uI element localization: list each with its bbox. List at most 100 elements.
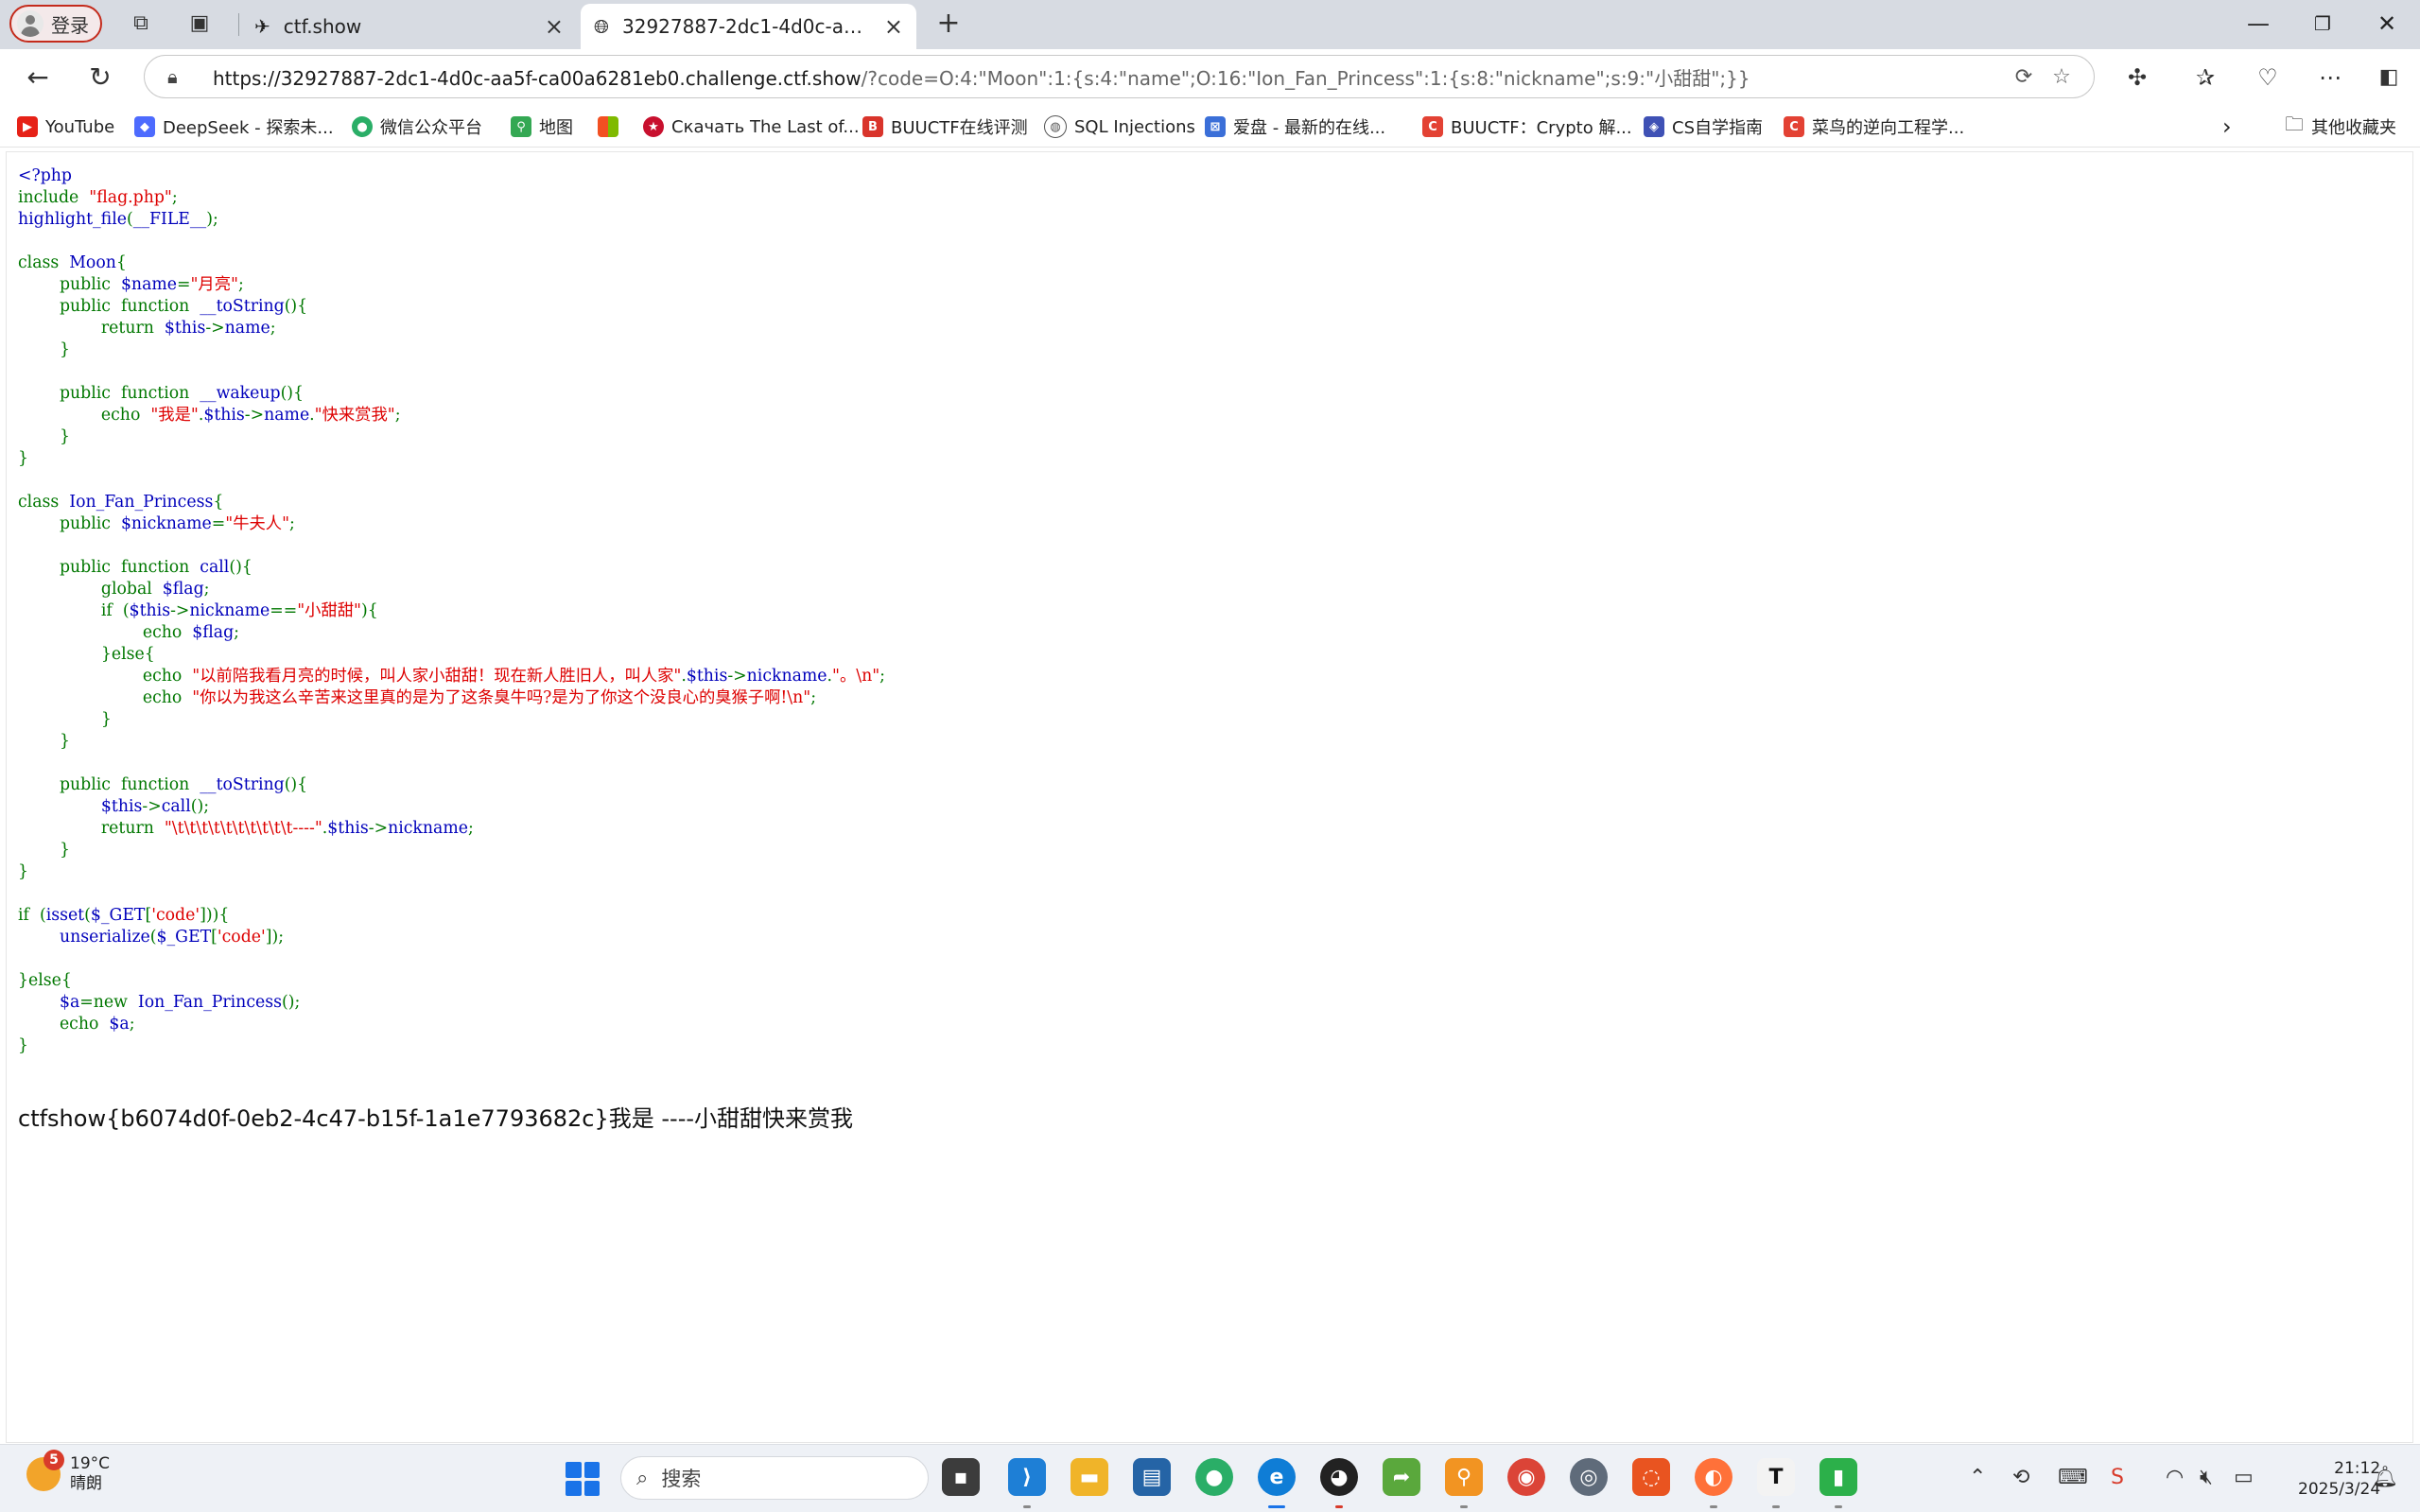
tab-title: ctf.show [283,15,362,38]
task-view-icon[interactable]: ▪ [942,1458,980,1496]
flag-output: ctfshow{b6074d0f-0eb2-4c47-b15f-1a1e7793… [18,1105,854,1132]
profile-label: 登录 [51,13,89,37]
read-aloud-icon[interactable]: ⟳ [2005,65,2043,89]
firefox-icon[interactable]: ◐ [1695,1458,1732,1496]
lock-icon[interactable]: 🔒︎ [167,65,196,88]
bookmark-label: 微信公众平台 [380,118,482,138]
windows-start-icon[interactable] [566,1462,600,1496]
wechat-icon: ● [352,116,373,137]
bookmark-label: 爱盘 - 最新的在线... [1233,118,1386,138]
bookmark-aipan[interactable]: ⊠ 爱盘 - 最新的在线... [1205,113,1385,140]
bookmark-label: YouTube [45,116,115,137]
bookmark-buuctf[interactable]: B BUUCTF在线评测 [862,113,1028,140]
url-text[interactable]: https://32927887-2dc1-4d0c-aa5f-ca00a628… [213,63,2005,91]
weather-temperature: 19°C [70,1454,111,1473]
back-arrow-icon[interactable]: ← [21,61,55,95]
qq-icon[interactable]: ◕ [1320,1458,1358,1496]
edge-icon[interactable]: e [1258,1458,1296,1496]
bookmark-label: BUUCTF：Crypto 解... [1451,118,1632,138]
bookmark-label: Скачать The Last of... [671,116,860,137]
bookmark-label: 地图 [539,118,573,138]
sidebar-toggle-icon[interactable]: ◧ [2372,61,2406,95]
volume-muted-icon[interactable]: 🔇︎ [2200,1466,2213,1489]
bookmark-label: BUUCTF在线评测 [891,118,1028,138]
bookmark-reverse-engineering[interactable]: C 菜鸟的逆向工程学... [1784,113,1964,140]
running-indicator [1772,1505,1780,1508]
restore-button[interactable]: ❐ [2304,8,2342,40]
url-query: /?code=O:4:"Moon":1:{s:4:"name";O:16:"Io… [861,66,1750,90]
running-indicator [1460,1505,1468,1508]
app-tray-icon[interactable]: S [2111,1466,2124,1489]
bookmark-label: SQL Injections [1074,116,1195,137]
sync-icon[interactable]: ⟲ [2012,1466,2029,1489]
notification-bell-icon[interactable]: 🔔︎ [2372,1466,2398,1489]
wechat-icon[interactable]: ● [1195,1458,1233,1496]
tab-challenge[interactable]: 🌐︎ 32927887-2dc1-4d0c-aa5f-ca00a6281eb0.… [581,4,916,49]
system-clock[interactable]: 21:12 2025/3/24 [2298,1458,2380,1500]
url-host: https://32927887-2dc1-4d0c-aa5f-ca00a628… [213,66,862,90]
battery-icon[interactable]: ▭ [2234,1466,2254,1489]
vscode-icon[interactable]: ⟩ [1008,1458,1046,1496]
bookmark-buuctf-crypto[interactable]: C BUUCTF：Crypto 解... [1422,113,1632,140]
tab-close-icon[interactable]: × [884,13,903,40]
profile-button[interactable]: 登录 [9,5,102,43]
title-bar: 登录 ⧉ ▣ ✈ ctf.show × 🌐︎ 32927887-2dc1-4d0… [0,0,2420,49]
input-method-icon[interactable]: ⌨ [2058,1466,2088,1489]
minimize-button[interactable]: — [2239,8,2277,40]
address-bar[interactable]: 🔒︎ https://32927887-2dc1-4d0c-aa5f-ca00a… [144,55,2095,98]
chevron-up-icon[interactable]: ⌃ [1969,1466,1986,1489]
bookmark-youtube[interactable]: ▶ YouTube [17,113,114,140]
bookmark-the-last-of[interactable]: ★ Скачать The Last of... [643,113,860,140]
csdn-icon: C [1422,116,1443,137]
app-icon[interactable]: ▤ [1133,1458,1171,1496]
app-icon[interactable]: ▮ [1819,1458,1857,1496]
search-tool-icon[interactable]: ⚲ [1445,1458,1483,1496]
browser-essentials-icon[interactable]: ♡ [2251,61,2285,95]
folder-icon: 🗀 [2285,113,2304,135]
weather-widget[interactable]: 5 19°C 晴朗 [26,1450,111,1494]
youtube-icon: ▶ [17,116,38,137]
tab-ctfshow[interactable]: ✈ ctf.show × [241,4,577,49]
buuctf-icon: B [862,116,883,137]
bookmark-label: DeepSeek - 探索未... [163,118,334,138]
new-tab-button[interactable]: + [936,9,961,38]
bookmark-deepseek[interactable]: ◆ DeepSeek - 探索未... [134,113,334,140]
clock-time: 21:12 [2334,1459,2381,1478]
wifi-icon[interactable]: ◠ [2166,1466,2184,1489]
favorites-icon[interactable]: ✰ [2188,61,2222,95]
file-explorer-icon[interactable]: ▬ [1071,1458,1108,1496]
bookmark-microsoft[interactable] [598,113,618,140]
more-options-icon[interactable]: ⋯ [2313,61,2347,95]
app-icon[interactable]: ◎ [1570,1458,1608,1496]
clock-date: 2025/3/24 [2298,1480,2381,1499]
bookmark-label: CS自学指南 [1672,118,1763,138]
navigation-bar: ← ↻ 🔒︎ https://32927887-2dc1-4d0c-aa5f-c… [0,49,2420,106]
running-indicator [1023,1505,1031,1508]
extensions-icon[interactable]: ✣ [2120,61,2154,95]
shield-icon: ★ [643,116,664,137]
bookmark-maps[interactable]: ⚲ 地图 [511,113,573,140]
search-icon: ⌕ [636,1466,649,1490]
bookmark-other-favorites[interactable]: 🗀 其他收藏夹 [2285,113,2396,140]
active-indicator [1268,1505,1285,1508]
share-arrow-icon[interactable]: ➦ [1383,1458,1420,1496]
chevron-right-icon[interactable]: › [2222,113,2232,140]
tab-close-icon[interactable]: × [545,13,564,40]
bookmark-label: 其他收藏夹 [2311,118,2396,138]
tab-actions-icon[interactable]: ▣ [187,11,212,36]
refresh-icon[interactable]: ↻ [83,61,117,95]
running-indicator [1835,1505,1842,1508]
microsoft-icon [598,116,618,137]
php-source-code: <?php include "flag.php"; highlight_file… [18,166,885,1055]
ubuntu-icon[interactable]: ◌ [1632,1458,1670,1496]
favorite-star-icon[interactable]: ☆ [2043,65,2081,89]
typora-icon[interactable]: T [1757,1458,1795,1496]
page-content: <?php include "flag.php"; highlight_file… [6,151,2413,1443]
bookmark-cs-guide[interactable]: ◈ CS自学指南 [1644,113,1763,140]
chrome-icon[interactable]: ◉ [1507,1458,1545,1496]
bookmark-sql-injections[interactable]: ◍ SQL Injections [1044,113,1195,140]
taskbar-search[interactable]: ⌕ 搜索 [620,1456,929,1500]
close-window-button[interactable]: ✕ [2368,8,2406,40]
workspaces-icon[interactable]: ⧉ [129,11,153,36]
bookmark-wechat-platform[interactable]: ● 微信公众平台 [352,113,482,140]
